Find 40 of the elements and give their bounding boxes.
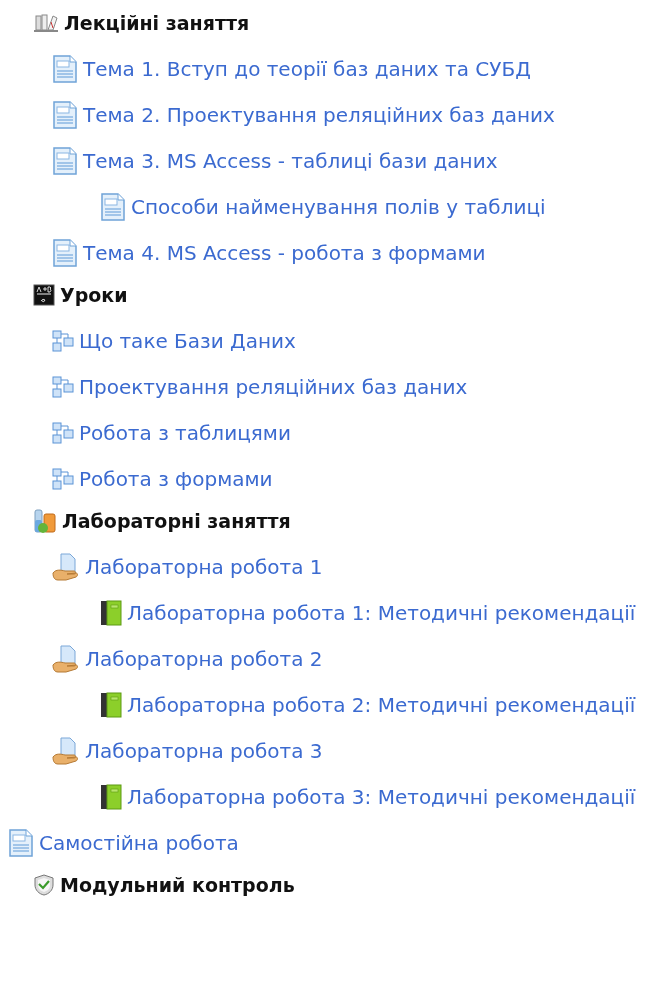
page-icon	[52, 147, 78, 175]
flowchart-icon	[52, 422, 74, 444]
hand-document-icon	[52, 645, 80, 673]
book-icon	[100, 692, 122, 718]
activity-link[interactable]: Лабораторна робота 2	[85, 647, 323, 671]
flowchart-icon	[52, 330, 74, 352]
book-icon	[100, 784, 122, 810]
section-heading: Уроки	[60, 284, 128, 306]
activity-link[interactable]: Проектування реляційних баз даних	[79, 375, 468, 399]
activity-link[interactable]: Лабораторна робота 3: Методичні рекомендації	[127, 785, 636, 809]
page-icon	[100, 193, 126, 221]
activity-link[interactable]: Робота з формами	[79, 467, 273, 491]
hand-document-icon	[52, 553, 80, 581]
activity-link[interactable]: Тема 2. Проектування реляційних баз даних	[83, 103, 555, 127]
activity-link[interactable]: Способи найменування полів у таблиці	[131, 195, 546, 219]
books-icon	[33, 13, 59, 33]
page-icon	[52, 101, 78, 129]
activity-link[interactable]: Тема 1. Вступ до теорії баз даних та СУБД	[83, 57, 531, 81]
activity-link[interactable]: Робота з таблицями	[79, 421, 291, 445]
page-icon	[52, 55, 78, 83]
page-icon	[8, 829, 34, 857]
page-icon	[52, 239, 78, 267]
book-icon	[100, 600, 122, 626]
blackboard-icon	[33, 284, 55, 306]
flasks-icon	[33, 508, 57, 534]
activity-link[interactable]: Лабораторна робота 2: Методичні рекомендації	[127, 693, 636, 717]
activity-link[interactable]: Що таке Бази Даних	[79, 329, 296, 353]
activity-link[interactable]: Тема 4. MS Access - робота з формами	[83, 241, 486, 265]
shield-check-icon	[33, 874, 55, 896]
activity-link[interactable]: Лабораторна робота 1	[85, 555, 323, 579]
hand-document-icon	[52, 737, 80, 765]
section-heading: Лекційні заняття	[64, 12, 250, 34]
section-heading: Модульний контроль	[60, 874, 295, 896]
section-heading: Лабораторні заняття	[62, 510, 291, 532]
flowchart-icon	[52, 468, 74, 490]
activity-link[interactable]: Самостійна робота	[39, 831, 239, 855]
activity-link[interactable]: Лабораторна робота 3	[85, 739, 323, 763]
activity-link[interactable]: Лабораторна робота 1: Методичні рекомендації	[127, 601, 636, 625]
flowchart-icon	[52, 376, 74, 398]
activity-link[interactable]: Тема 3. MS Access - таблиці бази даних	[83, 149, 498, 173]
